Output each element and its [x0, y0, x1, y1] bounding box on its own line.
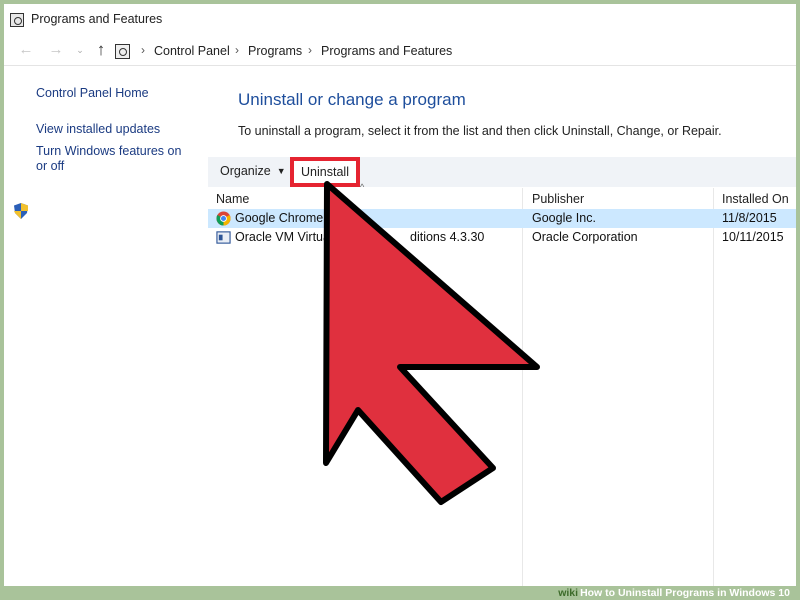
left-pane: Control Panel Home View installed update…: [4, 67, 204, 586]
organize-button[interactable]: Organize ▼: [220, 164, 286, 178]
control-panel-icon: [10, 13, 24, 27]
program-name-tail: ditions 4.3.30: [410, 230, 485, 244]
column-divider: [522, 188, 523, 586]
breadcrumb-programs-and-features[interactable]: Programs and Features: [321, 44, 452, 58]
programs-and-features-window: Programs and Features ← → ⌄ ↑ › Control …: [4, 4, 796, 586]
program-installed-on: 10/11/2015: [722, 230, 784, 244]
chevron-right-icon: ›: [308, 43, 312, 57]
table-header: Name Publisher Installed On: [208, 188, 796, 211]
up-arrow-icon[interactable]: ↑: [91, 40, 111, 60]
page-description: To uninstall a program, select it from t…: [238, 124, 722, 138]
control-panel-crumb-icon: [115, 44, 130, 59]
caption-bar: wiki How to Uninstall Programs in Windows…: [0, 586, 800, 600]
program-installed-on: 11/8/2015: [722, 211, 777, 225]
program-publisher: Oracle Corporation: [532, 230, 638, 244]
column-header-installed-on[interactable]: Installed On: [722, 192, 789, 206]
caption-text: How to Uninstall Programs in Windows 10: [580, 587, 790, 599]
toolbar: Organize ▼ Uninstall: [208, 157, 796, 187]
caption-brand: wiki: [558, 587, 579, 599]
page-title: Uninstall or change a program: [238, 90, 466, 109]
organize-label: Organize: [220, 164, 271, 178]
breadcrumb-programs[interactable]: Programs: [248, 44, 302, 58]
back-arrow-icon[interactable]: ←: [16, 40, 36, 60]
caption: wiki How to Uninstall Programs in Windows…: [558, 586, 790, 600]
breadcrumb-control-panel[interactable]: Control Panel: [154, 44, 230, 58]
column-header-publisher[interactable]: Publisher: [532, 192, 584, 206]
column-header-name[interactable]: Name: [216, 192, 249, 206]
chevron-right-icon: ›: [141, 43, 145, 57]
forward-arrow-icon[interactable]: →: [46, 40, 66, 60]
chrome-icon: [216, 211, 231, 226]
table-row[interactable]: Google Chrome Google Inc. 11/8/2015: [208, 209, 796, 228]
program-name: Google Chrome: [235, 211, 324, 225]
uninstall-button[interactable]: Uninstall: [290, 157, 360, 187]
recent-locations-icon[interactable]: ⌄: [70, 40, 90, 60]
program-publisher: Google Inc.: [532, 211, 596, 225]
caret-down-icon: ▼: [276, 166, 286, 176]
program-name: Oracle VM Virtual: [235, 230, 333, 244]
title-bar: Programs and Features: [4, 4, 796, 34]
uac-shield-icon: [14, 203, 28, 219]
virtualbox-icon: [216, 231, 231, 244]
column-divider: [713, 188, 714, 586]
chevron-right-icon: ›: [235, 43, 239, 57]
window-title: Programs and Features: [31, 12, 163, 26]
address-bar: ← → ⌄ ↑ › Control Panel › Programs › Pro…: [4, 34, 796, 66]
windows-features-link[interactable]: Turn Windows features on or off: [36, 144, 196, 174]
control-panel-home-link[interactable]: Control Panel Home: [36, 86, 149, 101]
table-row[interactable]: Oracle VM Virtual ditions 4.3.30 Oracle …: [208, 228, 796, 247]
view-installed-updates-link[interactable]: View installed updates: [36, 122, 160, 137]
